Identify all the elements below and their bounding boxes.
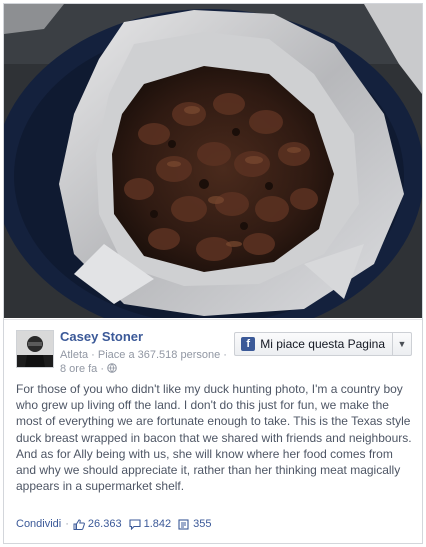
comments-count-group[interactable]: 1.842 <box>129 518 172 530</box>
chevron-down-icon[interactable]: ▼ <box>392 333 411 355</box>
facebook-f-icon: f <box>241 337 256 351</box>
author-meta-text: Atleta · Piace a 367.518 persone · 8 ore… <box>60 349 227 375</box>
author-name[interactable]: Casey Stoner <box>60 329 143 344</box>
post-actions: Condividi · 26.363 1.842 355 <box>16 518 218 530</box>
globe-icon <box>107 363 117 373</box>
author-meta: Atleta · Piace a 367.518 persone · 8 ore… <box>60 348 232 376</box>
shares-count-group[interactable]: 355 <box>178 518 211 530</box>
like-page-button[interactable]: f Mi piace questa Pagina ▼ <box>234 332 412 356</box>
facebook-post-card: Casey Stoner Atleta · Piace a 367.518 pe… <box>3 3 423 544</box>
bacon-wrapped-duck-photo <box>4 4 422 318</box>
shares-count: 355 <box>193 518 212 530</box>
comments-count: 1.842 <box>143 518 172 530</box>
like-page-label: Mi piace questa Pagina <box>260 337 385 351</box>
likes-count: 26.363 <box>87 518 122 530</box>
profile-picture <box>17 331 53 367</box>
avatar[interactable] <box>16 330 54 368</box>
share-link[interactable]: Condividi <box>16 518 61 530</box>
thumbs-up-icon <box>73 518 85 530</box>
post-body: Casey Stoner Atleta · Piace a 367.518 pe… <box>4 319 422 544</box>
share-icon <box>178 518 189 530</box>
comment-icon <box>129 518 141 530</box>
likes-count-group[interactable]: 26.363 <box>73 518 122 530</box>
separator-dot: · <box>65 518 69 530</box>
post-photo[interactable] <box>4 4 422 318</box>
post-text: For those of you who didn't like my duck… <box>16 382 412 494</box>
